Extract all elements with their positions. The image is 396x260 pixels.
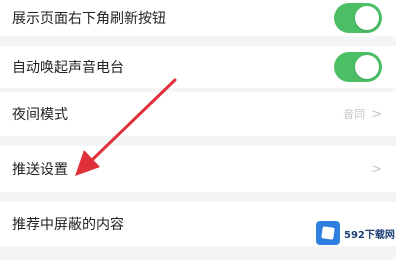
setting-row-night-mode[interactable]: 夜间模式 音同 > — [0, 92, 396, 136]
setting-row-voice-radio[interactable]: 自动唤起声音电台 — [0, 46, 396, 88]
setting-label: 自动唤起声音电台 — [12, 60, 124, 76]
voice-radio-toggle[interactable] — [334, 52, 382, 82]
watermark: 592下载网 — [316, 214, 395, 252]
chevron-right-icon: > — [371, 161, 382, 177]
night-mode-value: 音同 — [343, 108, 366, 121]
watermark-text: 592下载网 — [344, 229, 395, 241]
setting-row-push-settings[interactable]: 推送设置 > — [0, 146, 396, 192]
setting-row-refresh-button[interactable]: 展示页面右下角刷新按钮 — [0, 0, 396, 36]
setting-label: 展示页面右下角刷新按钮 — [12, 11, 166, 27]
setting-label: 推送设置 — [12, 162, 68, 178]
toggle-knob — [355, 6, 379, 30]
refresh-button-toggle[interactable] — [334, 3, 382, 33]
toggle-knob — [355, 55, 379, 79]
logo-icon — [316, 221, 340, 245]
setting-label: 夜间模式 — [12, 107, 68, 123]
chevron-right-icon: > — [371, 106, 382, 122]
